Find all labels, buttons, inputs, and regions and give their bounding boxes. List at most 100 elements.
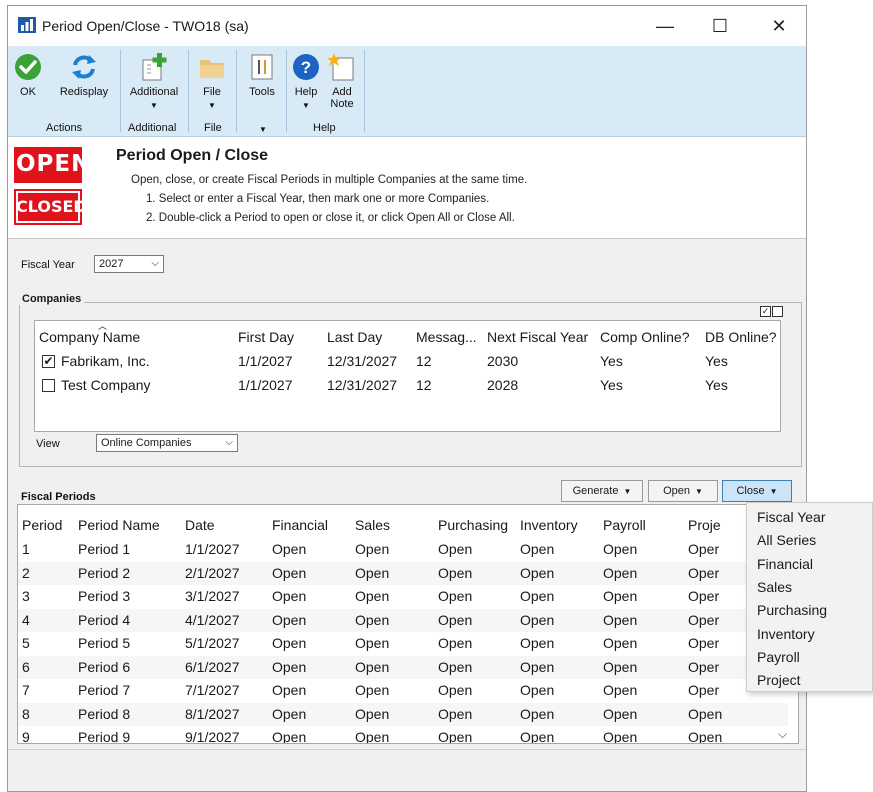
period-number[interactable]: 7: [22, 682, 30, 698]
status-project[interactable]: Open: [688, 729, 722, 743]
period-number[interactable]: 9: [22, 729, 30, 743]
col-period[interactable]: Period: [22, 517, 62, 533]
period-date[interactable]: 8/1/2027: [185, 706, 240, 722]
period-name[interactable]: Period 4: [78, 612, 130, 628]
period-name[interactable]: Period 6: [78, 659, 130, 675]
status-purchasing[interactable]: Open: [438, 588, 472, 604]
mark-all-checkbox[interactable]: ✓: [760, 306, 771, 317]
status-purchasing[interactable]: Open: [438, 729, 472, 743]
status-payroll[interactable]: Open: [603, 682, 637, 698]
open-button[interactable]: Open ▼: [648, 480, 718, 502]
status-sales[interactable]: Open: [355, 635, 389, 651]
menu-item-all-series[interactable]: All Series: [757, 532, 816, 548]
status-purchasing[interactable]: Open: [438, 612, 472, 628]
period-date[interactable]: 9/1/2027: [185, 729, 240, 743]
status-payroll[interactable]: Open: [603, 706, 637, 722]
status-financial[interactable]: Open: [272, 541, 306, 557]
close-window-button[interactable]: ✕: [756, 6, 802, 46]
status-project[interactable]: Oper: [688, 541, 719, 557]
status-payroll[interactable]: Open: [603, 635, 637, 651]
period-name[interactable]: Period 9: [78, 729, 130, 743]
period-number[interactable]: 5: [22, 635, 30, 651]
close-button[interactable]: Close ▼: [722, 480, 792, 502]
add-note-button[interactable]: Add Note: [324, 50, 360, 110]
status-purchasing[interactable]: Open: [438, 682, 472, 698]
col-financial[interactable]: Financial: [272, 517, 328, 533]
status-sales[interactable]: Open: [355, 729, 389, 743]
period-name[interactable]: Period 7: [78, 682, 130, 698]
scroll-down-icon[interactable]: ⌵: [778, 727, 787, 742]
col-payroll[interactable]: Payroll: [603, 517, 646, 533]
menu-item-purchasing[interactable]: Purchasing: [757, 602, 827, 618]
period-number[interactable]: 1: [22, 541, 30, 557]
col-period-name[interactable]: Period Name: [78, 517, 160, 533]
tools-button[interactable]: Tools ▼: [242, 50, 282, 112]
period-date[interactable]: 5/1/2027: [185, 635, 240, 651]
col-purchasing[interactable]: Purchasing: [438, 517, 508, 533]
col-first-day[interactable]: First Day: [238, 329, 294, 345]
status-payroll[interactable]: Open: [603, 612, 637, 628]
period-number[interactable]: 8: [22, 706, 30, 722]
status-inventory[interactable]: Open: [520, 706, 554, 722]
company-name[interactable]: Fabrikam, Inc.: [61, 353, 150, 369]
status-inventory[interactable]: Open: [520, 635, 554, 651]
col-date[interactable]: Date: [185, 517, 215, 533]
col-sales[interactable]: Sales: [355, 517, 390, 533]
period-date[interactable]: 2/1/2027: [185, 565, 240, 581]
status-financial[interactable]: Open: [272, 729, 306, 743]
period-date[interactable]: 6/1/2027: [185, 659, 240, 675]
status-sales[interactable]: Open: [355, 588, 389, 604]
company-name[interactable]: Test Company: [61, 377, 150, 393]
unmark-all-checkbox[interactable]: [772, 306, 783, 317]
period-name[interactable]: Period 2: [78, 565, 130, 581]
status-purchasing[interactable]: Open: [438, 635, 472, 651]
menu-item-payroll[interactable]: Payroll: [757, 649, 800, 665]
period-name[interactable]: Period 3: [78, 588, 130, 604]
menu-item-financial[interactable]: Financial: [757, 556, 813, 572]
menu-item-project[interactable]: Project: [757, 672, 801, 688]
period-date[interactable]: 7/1/2027: [185, 682, 240, 698]
additional-button[interactable]: Additional ▼: [126, 50, 182, 112]
col-project[interactable]: Proje: [688, 517, 721, 533]
menu-item-inventory[interactable]: Inventory: [757, 626, 815, 642]
status-purchasing[interactable]: Open: [438, 659, 472, 675]
file-button[interactable]: File ▼: [196, 50, 228, 112]
chevron-down-icon[interactable]: ▼: [259, 125, 267, 134]
col-last-day[interactable]: Last Day: [327, 329, 382, 345]
period-number[interactable]: 2: [22, 565, 30, 581]
status-financial[interactable]: Open: [272, 682, 306, 698]
status-financial[interactable]: Open: [272, 565, 306, 581]
col-db-online[interactable]: DB Online?: [705, 329, 777, 345]
col-comp-online[interactable]: Comp Online?: [600, 329, 690, 345]
col-company-name[interactable]: Company Name: [39, 329, 140, 345]
status-payroll[interactable]: Open: [603, 659, 637, 675]
col-inventory[interactable]: Inventory: [520, 517, 578, 533]
view-combo[interactable]: Online Companies ⌵: [96, 434, 238, 452]
status-inventory[interactable]: Open: [520, 565, 554, 581]
status-project[interactable]: Oper: [688, 682, 719, 698]
status-sales[interactable]: Open: [355, 659, 389, 675]
status-financial[interactable]: Open: [272, 635, 306, 651]
status-inventory[interactable]: Open: [520, 659, 554, 675]
period-number[interactable]: 3: [22, 588, 30, 604]
minimize-button[interactable]: —: [642, 6, 688, 46]
status-financial[interactable]: Open: [272, 588, 306, 604]
status-inventory[interactable]: Open: [520, 729, 554, 743]
period-date[interactable]: 1/1/2027: [185, 541, 240, 557]
menu-item-sales[interactable]: Sales: [757, 579, 792, 595]
col-next-fiscal-year[interactable]: Next Fiscal Year: [487, 329, 588, 345]
status-payroll[interactable]: Open: [603, 588, 637, 604]
status-inventory[interactable]: Open: [520, 612, 554, 628]
period-date[interactable]: 3/1/2027: [185, 588, 240, 604]
company-checkbox-test[interactable]: [42, 379, 55, 392]
status-sales[interactable]: Open: [355, 541, 389, 557]
period-name[interactable]: Period 5: [78, 635, 130, 651]
status-project[interactable]: Oper: [688, 659, 719, 675]
status-project[interactable]: Oper: [688, 565, 719, 581]
status-project[interactable]: Oper: [688, 588, 719, 604]
status-sales[interactable]: Open: [355, 706, 389, 722]
period-name[interactable]: Period 8: [78, 706, 130, 722]
status-inventory[interactable]: Open: [520, 588, 554, 604]
generate-button[interactable]: Generate ▼: [561, 480, 643, 502]
menu-item-fiscal-year[interactable]: Fiscal Year: [757, 509, 825, 525]
